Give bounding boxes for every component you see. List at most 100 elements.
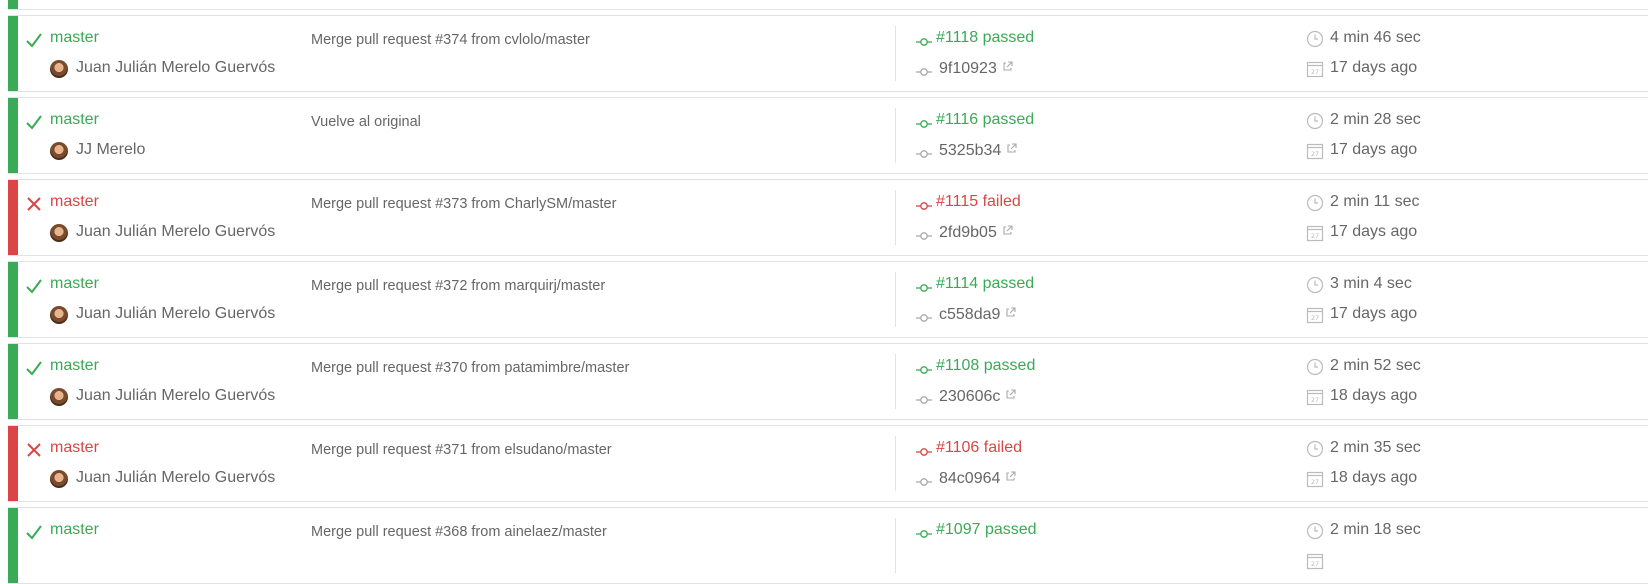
commit-icon [916, 34, 932, 46]
check-icon [25, 31, 43, 49]
commit-icon [916, 474, 932, 486]
calendar-icon: 27 [1306, 142, 1324, 160]
check-icon [25, 523, 43, 541]
calendar-icon: 27 [1306, 224, 1324, 242]
status-bar [8, 180, 18, 255]
external-link-icon [1005, 469, 1016, 481]
build-number-link[interactable]: #1097 passed [936, 521, 1037, 539]
commit-message[interactable]: Vuelve al original [311, 114, 421, 130]
avatar [50, 224, 68, 242]
svg-text:27: 27 [1311, 314, 1319, 322]
build-duration: 2 min 35 sec [1330, 439, 1421, 456]
author-name: Juan Julián Merelo Guervós [76, 305, 276, 322]
commit-sha: 84c0964 [939, 470, 1001, 487]
calendar-icon: 27 [1306, 552, 1324, 570]
build-row[interactable]: master Juan Julián Merelo Guervós Merge pu… [8, 15, 1648, 92]
commit-message[interactable]: Merge pull request #373 from CharlySM/ma… [311, 196, 616, 212]
commit-sha-link[interactable]: 2fd9b05 [939, 223, 1013, 242]
cross-icon [25, 441, 43, 459]
commit-icon [916, 198, 932, 210]
branch-link[interactable]: master [50, 29, 99, 47]
svg-text:27: 27 [1311, 150, 1319, 158]
build-duration: 2 min 11 sec [1330, 193, 1420, 210]
clock-icon [1306, 522, 1324, 540]
branch-link[interactable]: master [50, 357, 99, 375]
avatar [50, 142, 68, 160]
finished-time: 17 days ago [1330, 141, 1418, 158]
check-icon [25, 113, 43, 131]
commit-sha-link[interactable]: 5325b34 [939, 141, 1017, 160]
finished-time: 17 days ago [1330, 305, 1418, 322]
external-link-icon [1005, 305, 1016, 317]
avatar [50, 306, 68, 324]
calendar-icon: 27 [1306, 306, 1324, 324]
build-row[interactable]: master Merge pull request #368 from ainel… [8, 507, 1648, 584]
branch-link[interactable]: master [50, 439, 99, 457]
commit-message[interactable]: Merge pull request #371 from elsudano/ma… [311, 442, 612, 458]
commit-message[interactable]: Merge pull request #370 from patamimbre/… [311, 360, 629, 376]
build-number-link[interactable]: #1114 passed [936, 275, 1034, 293]
clock-icon [1306, 30, 1324, 48]
avatar [50, 60, 68, 78]
finished-time: 18 days ago [1330, 469, 1418, 486]
build-row[interactable]: master JJ Merelo Vuelve al original #1116 p… [8, 97, 1648, 174]
branch-link[interactable]: master [50, 521, 99, 539]
commit-icon [916, 526, 932, 538]
build-number-link[interactable]: #1108 passed [936, 357, 1035, 375]
commit-message[interactable]: Merge pull request #368 from ainelaez/ma… [311, 524, 607, 540]
avatar [50, 470, 68, 488]
divider [895, 436, 896, 491]
clock-icon [1306, 276, 1324, 294]
commit-message[interactable]: Merge pull request #374 from cvlolo/mast… [311, 32, 590, 48]
branch-link[interactable]: master [50, 111, 99, 129]
calendar-icon: 27 [1306, 60, 1324, 78]
build-row[interactable]: master Juan Julián Merelo Guervós Merge pu… [8, 425, 1648, 502]
commit-sha-link[interactable]: c558da9 [939, 305, 1016, 324]
finished-time: 17 days ago [1330, 223, 1418, 240]
commit-icon [916, 392, 932, 404]
build-row[interactable]: masterJuan Julián Merelo Guervós27 [8, 0, 1648, 10]
status-bar [8, 0, 18, 9]
svg-text:27: 27 [1311, 478, 1319, 486]
svg-text:27: 27 [1311, 68, 1319, 76]
status-bar [8, 508, 18, 583]
finished-time: 17 days ago [1330, 59, 1418, 76]
build-duration: 2 min 18 sec [1330, 521, 1421, 538]
build-row[interactable]: master Juan Julián Merelo Guervós Merge pu… [8, 261, 1648, 338]
divider [895, 108, 896, 163]
build-number-link[interactable]: #1115 failed [936, 193, 1021, 211]
build-number-link[interactable]: #1118 passed [936, 29, 1034, 47]
commit-icon [916, 280, 932, 292]
branch-link[interactable]: master [50, 193, 99, 211]
author-name: Juan Julián Merelo Guervós [76, 223, 276, 240]
commit-sha: 2fd9b05 [939, 224, 997, 241]
author-name: Juan Julián Merelo Guervós [76, 387, 276, 404]
commit-sha: c558da9 [939, 306, 1001, 323]
status-bar [8, 16, 18, 91]
divider [895, 26, 896, 81]
commit-icon [916, 310, 932, 322]
commit-icon [916, 116, 932, 128]
commit-icon [916, 444, 932, 456]
build-duration: 2 min 52 sec [1330, 357, 1421, 374]
commit-sha-link[interactable]: 84c0964 [939, 469, 1016, 488]
divider [895, 272, 896, 327]
avatar [50, 388, 68, 406]
build-number-link[interactable]: #1116 passed [936, 111, 1034, 129]
commit-icon [916, 228, 932, 240]
branch-link[interactable]: master [50, 275, 99, 293]
commit-message[interactable]: Merge pull request #372 from marquirj/ma… [311, 278, 605, 294]
build-row[interactable]: master Juan Julián Merelo Guervós Merge pu… [8, 343, 1648, 420]
build-row[interactable]: master Juan Julián Merelo Guervós Merge pu… [8, 179, 1648, 256]
status-bar [8, 98, 18, 173]
commit-sha-link[interactable]: 9f10923 [939, 59, 1013, 78]
cross-icon [25, 195, 43, 213]
external-link-icon [1005, 387, 1016, 399]
commit-sha: 9f10923 [939, 60, 997, 77]
author-name: JJ Merelo [76, 141, 146, 158]
status-bar [8, 344, 18, 419]
build-number-link[interactable]: #1106 failed [936, 439, 1022, 457]
commit-sha-link[interactable]: 230606c [939, 387, 1016, 406]
clock-icon [1306, 358, 1324, 376]
external-link-icon [1002, 59, 1013, 71]
